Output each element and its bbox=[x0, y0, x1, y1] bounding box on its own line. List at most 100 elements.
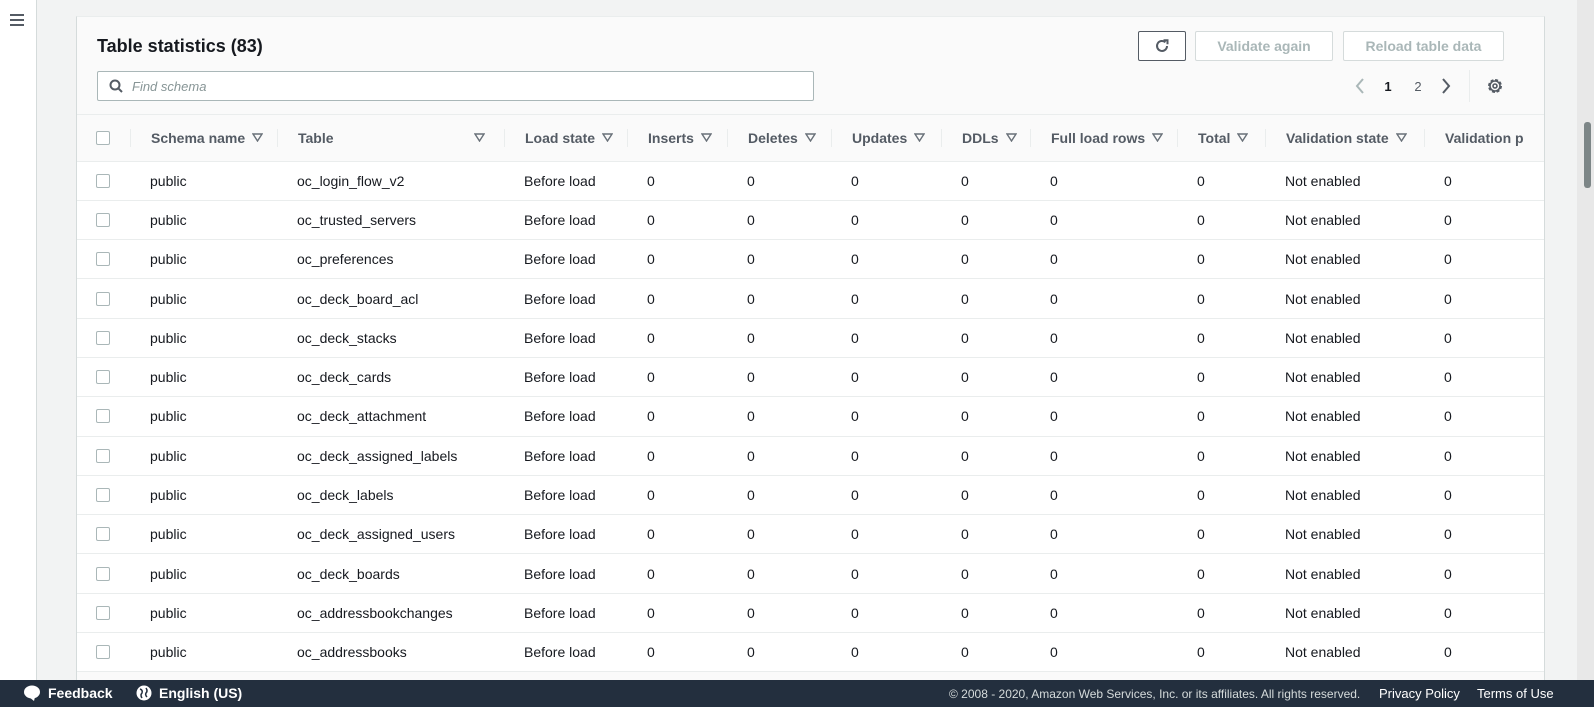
load-state-cell: Before load bbox=[505, 396, 628, 437]
column-header-inserts[interactable]: Inserts bbox=[628, 115, 728, 162]
column-header-validation-pending[interactable]: Validation p bbox=[1425, 115, 1544, 162]
validation-pending-cell: 0 bbox=[1425, 200, 1544, 241]
terms-of-use-link[interactable]: Terms of Use bbox=[1477, 686, 1554, 701]
row-checkbox[interactable] bbox=[96, 409, 110, 424]
row-checkbox[interactable] bbox=[96, 527, 110, 542]
updates-cell: 0 bbox=[832, 318, 942, 358]
page-title: Table statistics (83) bbox=[97, 36, 263, 56]
refresh-icon bbox=[1156, 39, 1169, 52]
column-label: Schema name bbox=[151, 129, 246, 146]
language-selector[interactable]: English (US) bbox=[136, 685, 242, 701]
row-checkbox[interactable] bbox=[96, 566, 110, 581]
table-row[interactable]: public oc_deck_boards Before load 0 0 0 0 0 0 Not… bbox=[77, 553, 1544, 594]
row-select-cell bbox=[77, 357, 131, 398]
search-input[interactable] bbox=[132, 72, 802, 100]
column-header-full-load-rows[interactable]: Full load rows bbox=[1031, 115, 1178, 162]
row-checkbox[interactable] bbox=[96, 173, 110, 188]
column-label: Updates bbox=[852, 129, 908, 146]
schema-name-cell: public bbox=[131, 239, 278, 280]
scrollbar-thumb[interactable] bbox=[1584, 122, 1591, 188]
column-header-table[interactable]: Table bbox=[278, 115, 505, 162]
refresh-button[interactable] bbox=[1138, 31, 1186, 61]
chevron-left-icon[interactable] bbox=[1347, 75, 1373, 97]
row-select-cell bbox=[77, 593, 131, 634]
inserts-cell: 0 bbox=[628, 278, 728, 319]
pager-divider bbox=[1469, 70, 1470, 102]
privacy-policy-link[interactable]: Privacy Policy bbox=[1379, 686, 1460, 701]
table-row[interactable]: public oc_addressbookchanges Before load 0 0… bbox=[77, 593, 1544, 634]
hamburger-icon[interactable] bbox=[10, 14, 24, 26]
table-row[interactable]: public oc_trusted_servers Before load 0 0 0 0 0… bbox=[77, 200, 1544, 241]
page-scrollbar[interactable] bbox=[1577, 0, 1594, 680]
globe-icon bbox=[136, 685, 152, 701]
column-header-deletes[interactable]: Deletes bbox=[728, 115, 832, 162]
load-state-cell: Before load bbox=[505, 475, 628, 516]
schema-name-cell: public bbox=[131, 278, 278, 319]
table-row[interactable]: public oc_login_flow_v2 Before load 0 0 0 0 0 0 N… bbox=[77, 161, 1544, 201]
row-checkbox[interactable] bbox=[96, 291, 110, 306]
column-header-load-state[interactable]: Load state bbox=[505, 115, 628, 162]
validation-state-cell: Not enabled bbox=[1266, 553, 1425, 594]
row-checkbox[interactable] bbox=[96, 488, 110, 503]
deletes-cell: 0 bbox=[728, 632, 832, 673]
chevron-right-icon[interactable] bbox=[1433, 75, 1459, 97]
updates-cell: 0 bbox=[832, 436, 942, 476]
column-header-updates[interactable]: Updates bbox=[832, 115, 942, 162]
table-row[interactable]: public oc_deck_attachment Before load 0 0 0 0 0… bbox=[77, 396, 1544, 437]
table-row[interactable]: public oc_deck_assigned_users Before load 0… bbox=[77, 514, 1544, 555]
feedback-label: Feedback bbox=[48, 685, 113, 701]
table-row[interactable]: public oc_deck_cards Before load 0 0 0 0 0 0 Not … bbox=[77, 357, 1544, 398]
validate-again-button[interactable]: Validate again bbox=[1195, 31, 1333, 61]
table-row[interactable]: public oc_addressbooks Before load 0 0 0 0 0 0 No… bbox=[77, 632, 1544, 673]
gear-icon[interactable] bbox=[1484, 75, 1506, 97]
validation-state-cell: Not enabled bbox=[1266, 436, 1425, 476]
row-checkbox[interactable] bbox=[96, 252, 110, 267]
language-label: English (US) bbox=[159, 685, 243, 701]
deletes-cell: 0 bbox=[728, 161, 832, 201]
select-all-checkbox[interactable] bbox=[96, 130, 110, 145]
total-cell: 0 bbox=[1178, 593, 1266, 634]
table-name-cell: oc_deck_board_acl bbox=[278, 278, 505, 319]
row-checkbox[interactable] bbox=[96, 645, 110, 660]
load-state-cell: Before load bbox=[505, 200, 628, 241]
table-header-row: Schema name Table Load state Inserts Del… bbox=[77, 115, 1544, 162]
column-header-total[interactable]: Total bbox=[1178, 115, 1266, 162]
total-cell: 0 bbox=[1178, 318, 1266, 358]
table-name-cell: oc_preferences bbox=[278, 239, 505, 280]
load-state-cell: Before load bbox=[505, 161, 628, 201]
table-row[interactable]: public oc_deck_stacks Before load 0 0 0 0 0 0 Not… bbox=[77, 318, 1544, 358]
column-header-ddls[interactable]: DDLs bbox=[942, 115, 1031, 162]
feedback-link[interactable]: Feedback bbox=[23, 685, 113, 701]
table-name-cell: oc_deck_assigned_users bbox=[278, 514, 505, 555]
ddls-cell: 0 bbox=[942, 161, 1031, 201]
page-2-button[interactable]: 2 bbox=[1403, 79, 1433, 94]
validation-state-cell: Not enabled bbox=[1266, 396, 1425, 437]
reload-table-data-button[interactable]: Reload table data bbox=[1343, 31, 1504, 61]
sort-icon bbox=[1395, 133, 1407, 143]
page-1-button[interactable]: 1 bbox=[1373, 79, 1403, 94]
updates-cell: 0 bbox=[832, 475, 942, 516]
search-field[interactable] bbox=[97, 71, 814, 101]
row-checkbox[interactable] bbox=[96, 212, 110, 227]
total-cell: 0 bbox=[1178, 436, 1266, 476]
row-checkbox[interactable] bbox=[96, 448, 110, 463]
deletes-cell: 0 bbox=[728, 357, 832, 398]
inserts-cell: 0 bbox=[628, 475, 728, 516]
table-row[interactable]: public oc_preferences Before load 0 0 0 0 0 0 Not… bbox=[77, 239, 1544, 280]
updates-cell: 0 bbox=[832, 396, 942, 437]
row-checkbox[interactable] bbox=[96, 370, 110, 385]
schema-name-cell: public bbox=[131, 593, 278, 634]
column-header-validation-state[interactable]: Validation state bbox=[1266, 115, 1425, 162]
row-checkbox[interactable] bbox=[96, 330, 110, 345]
table-row[interactable]: public oc_deck_board_acl Before load 0 0 0 0 0 0… bbox=[77, 278, 1544, 319]
ddls-cell: 0 bbox=[942, 396, 1031, 437]
table-row[interactable]: public oc_deck_labels Before load 0 0 0 0 0 0 Not… bbox=[77, 475, 1544, 516]
table-body: public oc_login_flow_v2 Before load 0 0 0 0 0 0 N… bbox=[77, 161, 1544, 673]
row-checkbox[interactable] bbox=[96, 605, 110, 620]
validation-pending-cell: 0 bbox=[1425, 239, 1544, 280]
table-row[interactable]: public oc_deck_assigned_labels Before load… bbox=[77, 436, 1544, 476]
validation-state-cell: Not enabled bbox=[1266, 161, 1425, 201]
schema-name-cell: public bbox=[131, 396, 278, 437]
updates-cell: 0 bbox=[832, 239, 942, 280]
column-header-schema-name[interactable]: Schema name bbox=[131, 115, 278, 162]
